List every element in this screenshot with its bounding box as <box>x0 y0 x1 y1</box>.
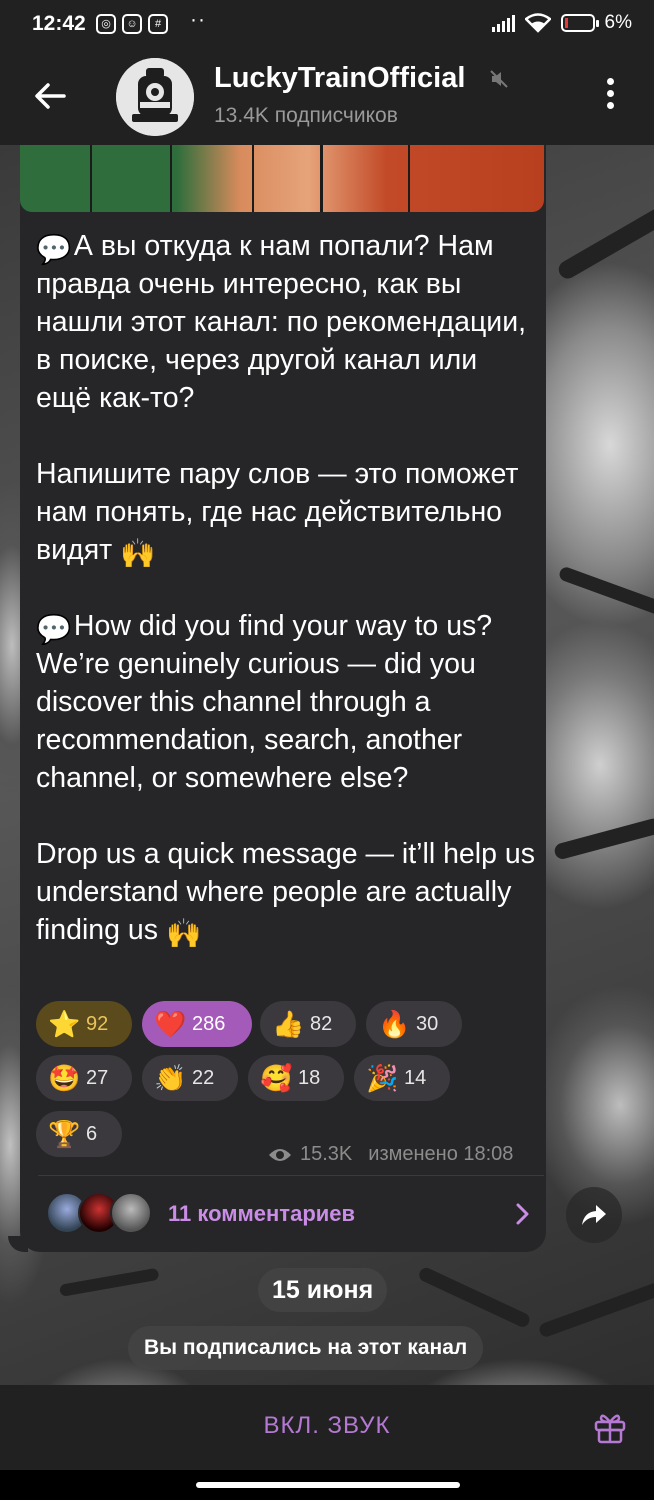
home-gesture-handle[interactable] <box>196 1482 460 1488</box>
reaction-trophy[interactable]: 🏆 6 <box>36 1111 122 1157</box>
system-nav-bar <box>0 1470 654 1500</box>
date-separator: 15 июня <box>258 1268 388 1312</box>
party-popper-icon: 🎉 <box>366 1062 399 1093</box>
reaction-thumbs-up[interactable]: 👍 82 <box>260 1001 356 1047</box>
reaction-clap[interactable]: 👏 22 <box>142 1055 238 1101</box>
post-paragraph: А вы откуда к нам попали? Нам правда оче… <box>36 230 534 414</box>
comments-button[interactable]: 11 комментариев <box>36 1190 540 1240</box>
smiling-hearts-icon: 🥰 <box>260 1062 293 1093</box>
star-icon: ⭐ <box>48 1008 81 1039</box>
channel-avatar[interactable] <box>116 58 194 136</box>
views-eye-icon <box>269 1148 291 1161</box>
snapchat-icon: ☺ <box>122 14 142 34</box>
post-paragraph: Напишите пару слов — это поможет нам пон… <box>36 458 527 566</box>
view-count: 15.3K <box>300 1143 353 1165</box>
reaction-fire[interactable]: 🔥 30 <box>366 1001 462 1047</box>
post-meta: 15.3K изменено 18:08 <box>268 1143 513 1166</box>
status-time: 12:42 <box>32 12 86 35</box>
notification-icons: ◎ ☺ # <box>96 14 168 34</box>
train-logo-icon <box>116 58 194 136</box>
gift-icon[interactable] <box>592 1409 628 1445</box>
divider <box>38 1175 544 1176</box>
chat-header: LuckyTrainOfficial 13.4K подписчиков <box>0 50 654 145</box>
trophy-icon: 🏆 <box>48 1118 81 1149</box>
signal-icon <box>491 14 515 32</box>
service-message: Вы подписались на этот канал <box>128 1326 484 1370</box>
share-arrow-icon <box>582 1205 606 1225</box>
reaction-count: 27 <box>86 1066 109 1089</box>
raised-hands-icon: 🙌 <box>165 918 202 950</box>
slack-icon: # <box>148 14 168 34</box>
reaction-smiling-hearts[interactable]: 🥰 18 <box>248 1055 344 1101</box>
reaction-party[interactable]: 🎉 14 <box>354 1055 450 1101</box>
clap-icon: 👏 <box>154 1062 187 1093</box>
post-paragraph: We’re genuinely curious — did you discov… <box>36 648 484 794</box>
post-paragraph: How did you find your way to us? <box>73 610 493 642</box>
reaction-count: 18 <box>298 1066 321 1089</box>
reaction-count: 286 <box>192 1012 226 1035</box>
speech-bubble-icon: 💬 <box>36 614 72 646</box>
reaction-count: 30 <box>416 1012 439 1035</box>
post-paragraph: Drop us a quick message — it’ll help us … <box>36 838 543 946</box>
battery-level: 6% <box>604 12 632 33</box>
reaction-count: 6 <box>86 1122 98 1145</box>
chevron-right-icon <box>516 1203 529 1225</box>
reaction-star-struck[interactable]: 🤩 27 <box>36 1055 132 1101</box>
channel-title[interactable]: LuckyTrainOfficial <box>214 62 465 95</box>
reaction-count: 82 <box>310 1012 333 1035</box>
comments-count: 11 комментариев <box>168 1201 356 1226</box>
back-arrow-icon[interactable] <box>30 76 70 116</box>
muted-icon <box>490 70 508 88</box>
channel-post[interactable]: 💬 А вы откуда к нам попали? Нам правда о… <box>20 145 546 1252</box>
more-vert-icon[interactable] <box>598 78 622 118</box>
reaction-count: 92 <box>86 1012 109 1035</box>
battery-icon <box>560 14 599 32</box>
subscriber-count: 13.4K подписчиков <box>214 104 398 127</box>
post-image[interactable] <box>20 145 544 212</box>
heart-icon: ❤️ <box>154 1008 187 1039</box>
post-text: 💬 А вы откуда к нам попали? Нам правда о… <box>36 227 536 950</box>
thumbs-up-icon: 👍 <box>272 1008 305 1039</box>
reaction-heart[interactable]: ❤️ 286 <box>142 1001 252 1047</box>
more-notifications-icon: ·· <box>190 8 206 31</box>
wifi-icon <box>524 13 551 33</box>
unmute-button[interactable]: ВКЛ. ЗВУК <box>0 1385 654 1470</box>
reaction-count: 22 <box>192 1066 215 1089</box>
instagram-icon: ◎ <box>96 14 116 34</box>
share-button[interactable] <box>566 1187 622 1243</box>
edited-time: изменено 18:08 <box>368 1143 514 1165</box>
status-bar: 12:42 ◎ ☺ # ·· 6% <box>0 0 654 50</box>
bottom-bar: ВКЛ. ЗВУК <box>0 1385 654 1470</box>
reaction-star[interactable]: ⭐ 92 <box>36 1001 132 1047</box>
speech-bubble-icon: 💬 <box>36 234 72 266</box>
raised-hands-icon: 🙌 <box>120 538 156 570</box>
reaction-count: 14 <box>404 1066 427 1089</box>
star-struck-icon: 🤩 <box>48 1062 81 1093</box>
commenter-avatar <box>110 1192 152 1234</box>
fire-icon: 🔥 <box>378 1008 411 1039</box>
